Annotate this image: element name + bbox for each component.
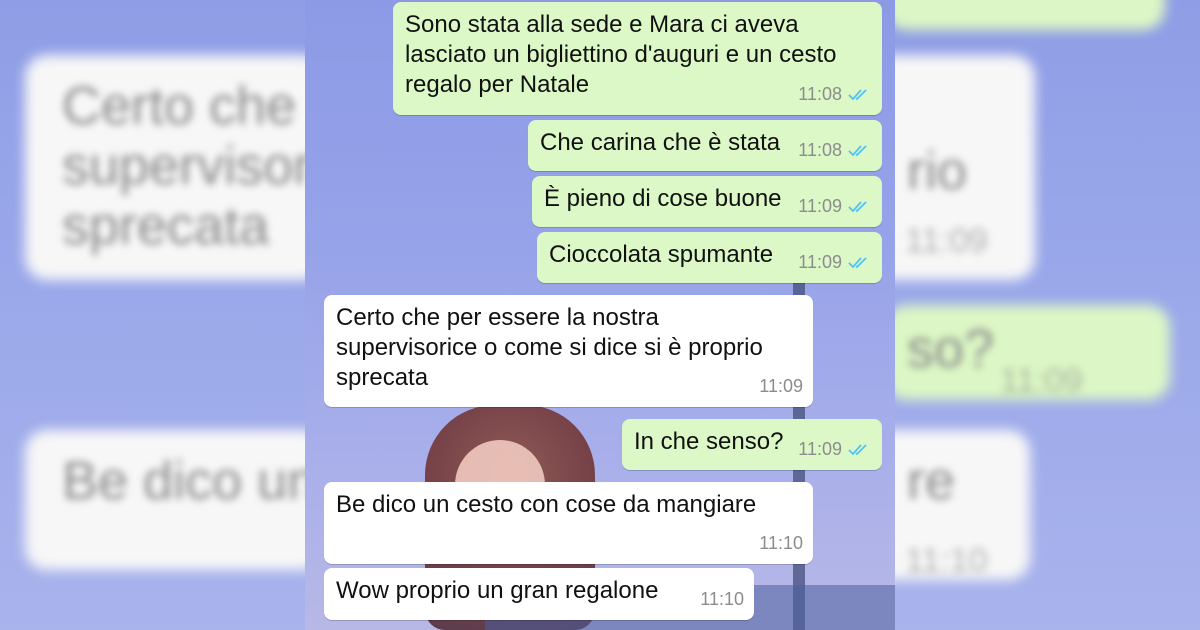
- message-meta: 11:09: [798, 191, 872, 221]
- blurred-text: supervisor: [62, 136, 305, 196]
- double-check-icon: [848, 145, 867, 157]
- message-bubble-outgoing[interactable]: Che carina che è stata 11:08: [528, 120, 882, 171]
- blurred-text: rio: [907, 141, 968, 201]
- message-bubble-outgoing[interactable]: In che senso? 11:09: [622, 419, 882, 470]
- message-time: 11:08: [798, 84, 842, 104]
- message-meta: 11:08: [798, 79, 872, 109]
- message-time: 11:09: [798, 196, 842, 216]
- message-bubble-incoming[interactable]: Wow proprio un gran regalone 11:10: [324, 568, 754, 620]
- message-bubble-incoming[interactable]: Be dico un cesto con cose da mangiare 11…: [324, 482, 813, 564]
- message-meta: 11:09: [798, 247, 872, 277]
- blurred-text: re: [907, 451, 956, 511]
- blurred-bubble: [895, 0, 1165, 30]
- double-check-icon: [848, 444, 867, 456]
- blurred-text: Be dico un: [62, 451, 305, 511]
- blurred-background-right: rio 11:09 so? 11:09 re 11:10: [895, 0, 1200, 630]
- message-meta: 11:09: [759, 371, 803, 401]
- chat-conversation[interactable]: Sono stata alla sede e Mara ci aveva las…: [305, 0, 895, 630]
- blurred-text: sprecata: [62, 196, 270, 256]
- blurred-text: Certo che p: [62, 76, 305, 136]
- message-bubble-outgoing[interactable]: Sono stata alla sede e Mara ci aveva las…: [393, 2, 882, 115]
- message-text: Certo che per essere la nostra superviso…: [336, 304, 763, 391]
- message-time: 11:09: [759, 376, 803, 396]
- message-time: 11:09: [798, 252, 842, 272]
- message-meta: 11:09: [798, 434, 872, 464]
- blurred-background-left: Certo che p supervisor sprecata Be dico …: [0, 0, 305, 630]
- message-time: 11:10: [700, 589, 744, 609]
- message-time: 11:08: [798, 140, 842, 160]
- message-meta: 11:10: [759, 528, 803, 558]
- message-text: Wow proprio un gran regalone: [336, 577, 659, 604]
- message-bubble-outgoing[interactable]: Cioccolata spumante 11:09: [537, 232, 882, 283]
- message-meta: 11:08: [798, 135, 872, 165]
- blurred-text: 11:09: [1000, 362, 1083, 400]
- blurred-text: 11:09: [905, 222, 988, 260]
- message-meta: 11:10: [700, 584, 744, 614]
- message-text: Be dico un cesto con cose da mangiare: [336, 491, 757, 518]
- message-bubble-outgoing[interactable]: È pieno di cose buone 11:09: [532, 176, 882, 227]
- double-check-icon: [848, 257, 867, 269]
- message-bubble-incoming[interactable]: Certo che per essere la nostra superviso…: [324, 295, 813, 407]
- blurred-text: 11:10: [905, 542, 988, 580]
- double-check-icon: [848, 89, 867, 101]
- message-time: 11:10: [759, 533, 803, 553]
- double-check-icon: [848, 201, 867, 213]
- message-time: 11:09: [798, 439, 842, 459]
- blurred-text: so?: [907, 319, 995, 379]
